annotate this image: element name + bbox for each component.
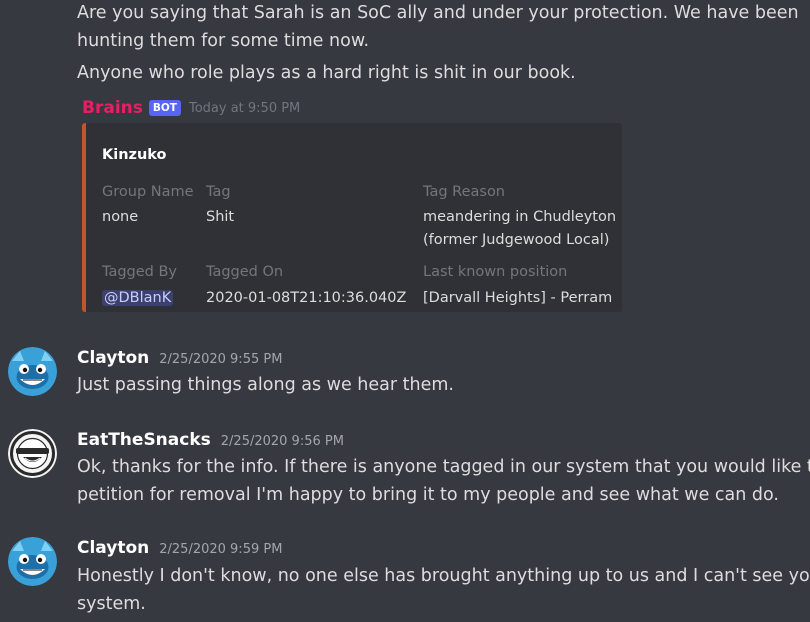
- message-text-line: Anyone who role plays as a hard right is…: [77, 63, 576, 83]
- message-header: Clayton 2/25/2020 9:55 PM: [77, 348, 282, 368]
- field-value-group: none: [102, 209, 139, 225]
- field-value-tag-reason-2: (former Judgewood Local): [423, 232, 610, 248]
- message-timestamp: 2/25/2020 9:59 PM: [159, 542, 283, 557]
- bot-badge: BOT: [148, 100, 181, 116]
- field-value-tag: Shit: [206, 209, 235, 225]
- message-header: EatTheSnacks 2/25/2020 9:56 PM: [77, 430, 344, 450]
- message-header: Clayton 2/25/2020 9:59 PM: [77, 538, 282, 558]
- user-mention[interactable]: @DBlanK: [102, 290, 174, 306]
- message-timestamp: 2/25/2020 9:55 PM: [159, 352, 283, 367]
- field-name-tag-reason: Tag Reason: [423, 184, 506, 200]
- bot-message-header: Brains BOT Today at 9:50 PM: [82, 96, 300, 120]
- author-name[interactable]: EatTheSnacks: [77, 430, 211, 450]
- message-timestamp: 2/25/2020 9:56 PM: [220, 434, 344, 449]
- field-value-tagged-by: @DBlanK: [102, 287, 174, 310]
- laughing-man-avatar[interactable]: [8, 429, 57, 478]
- blue-creature-avatar[interactable]: [8, 537, 57, 586]
- field-name-tagged-by: Tagged By: [102, 264, 178, 280]
- field-name-tagged-on: Tagged On: [206, 264, 284, 280]
- blue-creature-avatar[interactable]: [8, 347, 57, 396]
- bot-timestamp: Today at 9:50 PM: [188, 100, 301, 116]
- embed-title: Kinzuko: [102, 147, 167, 163]
- message-text-line: system.: [77, 594, 146, 614]
- author-name[interactable]: Clayton: [77, 348, 149, 368]
- author-name[interactable]: Clayton: [77, 538, 149, 558]
- message-text-line: hunting them for some time now.: [77, 31, 370, 51]
- message-text-line: Are you saying that Sarah is an SoC ally…: [77, 3, 799, 23]
- field-value-tag-reason-1: meandering in Chudleyton: [423, 209, 617, 225]
- message-text-line: Just passing things along as we hear the…: [77, 375, 454, 395]
- field-name-tag: Tag: [206, 184, 231, 200]
- bot-author-name[interactable]: Brains: [82, 98, 143, 118]
- field-value-last-position: [Darvall Heights] - Perram: [423, 290, 613, 306]
- tag-embed: Kinzuko Group Name none Tag Shit Tag Rea…: [82, 123, 622, 312]
- message-text-line: Honestly I don't know, no one else has b…: [77, 566, 810, 586]
- field-name-group: Group Name: [102, 184, 194, 200]
- message-text-line: Ok, thanks for the info. If there is any…: [77, 457, 810, 477]
- field-value-tagged-on: 2020-01-08T21:10:36.040Z: [206, 290, 407, 306]
- field-name-last-position: Last known position: [423, 264, 568, 280]
- message-text-line: petition for removal I'm happy to bring …: [77, 485, 779, 505]
